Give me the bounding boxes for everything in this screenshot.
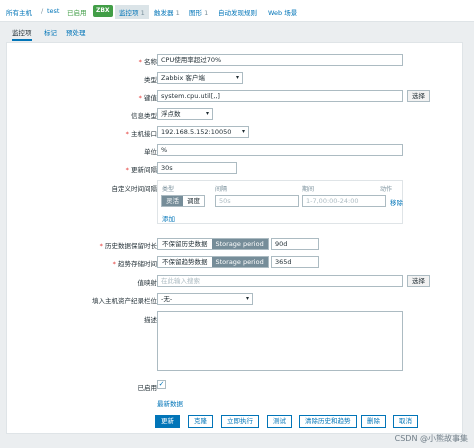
description-label: 描述	[144, 316, 157, 324]
type-label: 类型	[144, 76, 157, 84]
inventory-select[interactable]: -无- ▾	[157, 293, 253, 305]
flex-interval-input[interactable]: 50s	[215, 195, 299, 207]
all-hosts-link[interactable]: 所有主机	[6, 7, 32, 17]
description-textarea[interactable]	[157, 311, 403, 371]
enabled-label: 已启用	[137, 384, 158, 392]
unit-input[interactable]: %	[157, 144, 403, 156]
type-select[interactable]: Zabbix 客户端 ▾	[157, 72, 243, 84]
type-select-value: Zabbix 客户端	[161, 74, 205, 82]
inventory-label: 填入主机资产纪录栏位	[92, 297, 157, 305]
no-keep-trend-option[interactable]: 不保留趋势数据	[158, 257, 212, 267]
nav-graphs-link[interactable]: 图形 1	[189, 7, 208, 17]
interval-label: * 更新间隔	[125, 166, 157, 174]
key-select-button[interactable]: 选择	[407, 90, 430, 102]
interface-label: * 主机接口	[125, 130, 157, 138]
test-button[interactable]: 测试	[267, 415, 292, 428]
watermark: CSDN @小熊故事集	[394, 434, 468, 443]
trend-storage-period-option[interactable]: Storage period	[211, 257, 268, 267]
scheduling-option[interactable]: 调度	[183, 196, 204, 206]
cancel-button[interactable]: 取消	[393, 415, 418, 428]
history-storage-period-option[interactable]: Storage period	[211, 239, 268, 249]
interval-input[interactable]: 30s	[157, 162, 237, 174]
flex-period-input[interactable]: 1-7,00:00-24:00	[302, 195, 386, 207]
check-icon: ✓	[158, 380, 165, 388]
chevron-down-icon: ▾	[241, 128, 245, 135]
unit-label: 单位	[144, 148, 157, 156]
col-interval: 间隔	[215, 186, 228, 193]
key-input[interactable]: system.cpu.util[,,]	[157, 90, 403, 102]
nav-triggers-link[interactable]: 触发器 1	[154, 7, 180, 17]
col-period: 期间	[302, 186, 315, 193]
interface-value: 192.168.5.152:10050	[161, 128, 232, 136]
enabled-checkbox[interactable]: ✓	[157, 380, 166, 389]
inventory-value: -无-	[161, 295, 173, 303]
history-label: * 历史数据保留时长	[99, 242, 157, 250]
remove-interval-link[interactable]: 移除	[390, 197, 403, 207]
nav-graphs-label: 图形	[189, 9, 202, 17]
nav-triggers-count: 1	[175, 9, 180, 17]
host-link[interactable]: test	[47, 7, 59, 15]
valuemap-input[interactable]: 在此输入搜索	[157, 275, 403, 287]
custom-intervals-table: 类型 间隔 期间 动作 灵活 调度 50s 1-7,00:00-24:00 移除…	[157, 180, 403, 224]
nav-triggers-label: 触发器	[154, 9, 174, 17]
name-input[interactable]: CPU使用率超过70%	[157, 54, 403, 66]
item-subtabs: 监控项 标记 预处理	[0, 26, 474, 41]
nav-web-link[interactable]: Web 场景	[268, 7, 297, 17]
tab-item[interactable]: 监控项	[12, 27, 32, 41]
key-label: * 键值	[138, 94, 157, 102]
tab-preprocessing[interactable]: 预处理	[66, 27, 86, 37]
history-mode-toggle[interactable]: 不保留历史数据 Storage period	[157, 238, 269, 250]
clone-button[interactable]: 克隆	[188, 415, 213, 428]
nav-graphs-count: 1	[204, 9, 209, 17]
latest-data-link[interactable]: 最新数据	[157, 398, 183, 408]
interval-type-toggle[interactable]: 灵活 调度	[161, 195, 205, 207]
chevron-down-icon: ▾	[235, 74, 239, 81]
nav-items-label: 监控项	[119, 9, 139, 17]
info-type-label: 信息类型	[131, 112, 157, 120]
tab-tags[interactable]: 标记	[44, 27, 57, 37]
info-type-select[interactable]: 浮点数 ▾	[157, 108, 213, 120]
clear-history-button[interactable]: 清除历史和趋势	[299, 415, 357, 428]
valuemap-label: 值映射	[137, 279, 158, 287]
interface-select[interactable]: 192.168.5.152:10050 ▾	[157, 126, 249, 138]
host-status-enabled: 已启用	[67, 9, 87, 17]
nav-items-link[interactable]: 监控项 1	[115, 5, 149, 19]
valuemap-select-button[interactable]: 选择	[407, 275, 430, 287]
chevron-down-icon: ▾	[205, 110, 209, 117]
chevron-down-icon: ▾	[245, 295, 249, 302]
col-type: 类型	[162, 186, 175, 193]
delete-button[interactable]: 删除	[361, 415, 386, 428]
trend-input[interactable]: 365d	[271, 256, 319, 268]
trend-label: * 趋势存储时间	[112, 260, 157, 268]
zbx-availability-badge: ZBX	[93, 5, 113, 17]
flexible-option[interactable]: 灵活	[162, 196, 183, 206]
col-action: 动作	[380, 186, 393, 193]
update-button[interactable]: 更新	[155, 415, 180, 428]
info-type-value: 浮点数	[161, 110, 181, 118]
host-nav-bar: 所有主机 / test 已启用 ZBX 监控项 1 触发器 1 图形 1 自动发…	[0, 0, 474, 22]
history-input[interactable]: 90d	[271, 238, 319, 250]
execute-now-button[interactable]: 立即执行	[221, 415, 259, 428]
item-form-panel: * 名称 CPU使用率超过70% 类型 Zabbix 客户端 ▾ * 键值 sys…	[6, 42, 463, 434]
no-keep-history-option[interactable]: 不保留历史数据	[158, 239, 212, 249]
nav-discovery-link[interactable]: 自动发现规则	[218, 7, 257, 17]
nav-items-count: 1	[140, 9, 145, 17]
breadcrumb-separator: /	[41, 7, 44, 15]
trend-mode-toggle[interactable]: 不保留趋势数据 Storage period	[157, 256, 269, 268]
custom-intervals-label: 自定义时间间隔	[111, 185, 158, 193]
name-label: * 名称	[138, 58, 157, 66]
add-interval-link[interactable]: 添加	[162, 213, 175, 223]
